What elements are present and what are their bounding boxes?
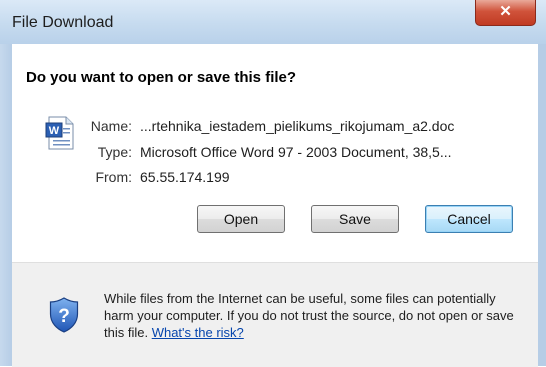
file-type-label: Type: — [97, 144, 132, 160]
file-name-row: Name: ...rtehnika_iestadem_pielikums_riko… — [80, 118, 455, 134]
file-name-label: Name: — [90, 118, 132, 134]
window-border-left — [0, 44, 12, 366]
shield-question-icon: ? — [49, 297, 79, 333]
file-from-label: From: — [95, 169, 132, 185]
save-button[interactable]: Save — [311, 205, 399, 233]
security-warning-text: While files from the Internet can be use… — [104, 290, 524, 341]
window-border-right — [538, 44, 546, 366]
svg-text:?: ? — [58, 306, 70, 327]
file-from-row: From: 65.55.174.199 — [80, 169, 230, 185]
security-warning-panel: ? While files from the Internet can be u… — [12, 262, 538, 367]
word-document-icon: W — [45, 116, 74, 150]
whats-the-risk-link[interactable]: What's the risk? — [152, 325, 244, 340]
window-frame: File Download ✕ Do you want to open or s… — [0, 0, 546, 367]
file-from-value: 65.55.174.199 — [140, 169, 230, 185]
open-button[interactable]: Open — [197, 205, 285, 233]
title-bar[interactable]: File Download ✕ — [0, 0, 546, 44]
cancel-button[interactable]: Cancel — [425, 205, 513, 233]
file-name-value: ...rtehnika_iestadem_pielikums_rikojumam… — [140, 118, 455, 134]
dialog-question: Do you want to open or save this file? — [26, 69, 297, 86]
svg-text:W: W — [49, 125, 60, 137]
dialog-body: Do you want to open or save this file? W… — [12, 44, 538, 367]
close-icon: ✕ — [499, 3, 512, 20]
file-type-value: Microsoft Office Word 97 - 2003 Document… — [140, 144, 452, 160]
close-button[interactable]: ✕ — [475, 0, 536, 26]
file-info-panel: Do you want to open or save this file? W… — [12, 44, 538, 262]
file-type-row: Type: Microsoft Office Word 97 - 2003 Doc… — [80, 144, 452, 160]
window-title: File Download — [12, 14, 114, 31]
